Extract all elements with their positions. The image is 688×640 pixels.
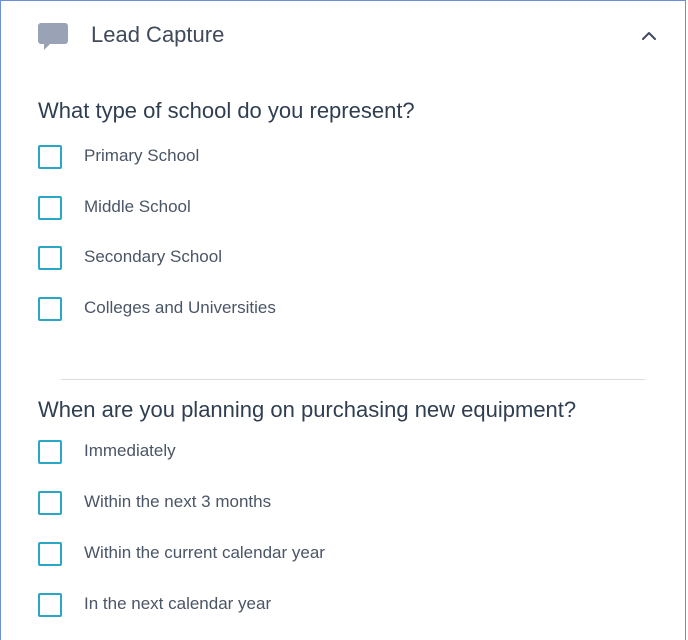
option-current-calendar-year[interactable]: Within the current calendar year xyxy=(38,540,638,570)
option-label[interactable]: Within the next 3 months xyxy=(84,489,271,515)
lead-capture-panel: Lead Capture What type of school do you … xyxy=(0,0,686,640)
option-immediately[interactable]: Immediately xyxy=(38,438,638,468)
chat-bubble-icon xyxy=(38,23,68,51)
checkbox[interactable] xyxy=(38,297,62,321)
checkbox[interactable] xyxy=(38,196,62,220)
question-school-type: What type of school do you represent? xyxy=(38,98,415,123)
question-purchase-timing: When are you planning on purchasing new … xyxy=(38,397,577,422)
checkbox[interactable] xyxy=(38,145,62,169)
panel-title: Lead Capture xyxy=(91,22,225,47)
chevron-up-icon[interactable] xyxy=(640,29,658,43)
option-label[interactable]: Immediately xyxy=(84,438,176,464)
option-secondary-school[interactable]: Secondary School xyxy=(38,244,638,274)
section-divider xyxy=(61,379,645,380)
option-label[interactable]: Colleges and Universities xyxy=(84,295,276,321)
checkbox[interactable] xyxy=(38,542,62,566)
checkbox[interactable] xyxy=(38,246,62,270)
panel-header[interactable]: Lead Capture xyxy=(1,1,687,71)
checkbox[interactable] xyxy=(38,440,62,464)
checkbox[interactable] xyxy=(38,491,62,515)
option-middle-school[interactable]: Middle School xyxy=(38,194,638,224)
checkbox[interactable] xyxy=(38,593,62,617)
option-label[interactable]: Middle School xyxy=(84,194,191,220)
option-label[interactable]: In the next calendar year xyxy=(84,591,271,617)
option-colleges-universities[interactable]: Colleges and Universities xyxy=(38,295,638,325)
option-label[interactable]: Secondary School xyxy=(84,244,222,270)
option-label[interactable]: Primary School xyxy=(84,143,199,169)
option-primary-school[interactable]: Primary School xyxy=(38,143,638,173)
option-next-3-months[interactable]: Within the next 3 months xyxy=(38,489,638,519)
option-label[interactable]: Within the current calendar year xyxy=(84,540,325,566)
option-next-calendar-year[interactable]: In the next calendar year xyxy=(38,591,638,621)
